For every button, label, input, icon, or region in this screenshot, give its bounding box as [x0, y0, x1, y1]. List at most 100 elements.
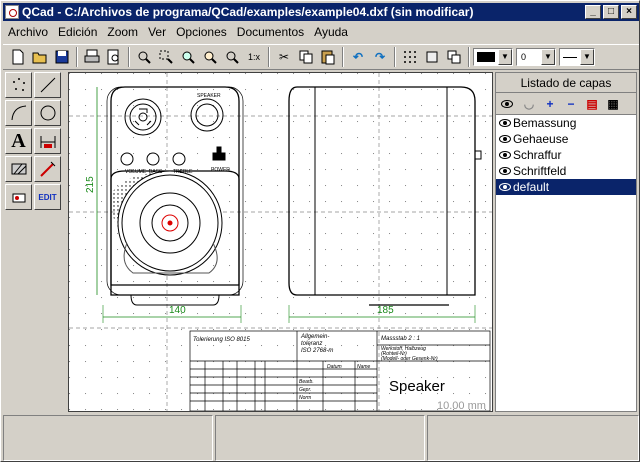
color-swatch	[477, 52, 495, 62]
eye-icon[interactable]	[499, 151, 511, 159]
status-pane	[3, 415, 213, 461]
circle-tool[interactable]	[34, 100, 61, 126]
redo-icon[interactable]: ↷	[369, 46, 391, 68]
zoom-window-icon[interactable]	[155, 46, 177, 68]
layer-item[interactable]: Bemassung	[496, 115, 636, 131]
tb-size-readout: 10.00 mm	[437, 400, 486, 412]
treble-label: TREBLE	[173, 169, 193, 175]
bass-label: BASS	[149, 169, 163, 175]
menu-bar: Archivo Edición Zoom Ver Opciones Docume…	[3, 22, 639, 42]
dim-front-width: 140	[169, 305, 186, 316]
toolbar-separator	[128, 47, 130, 67]
menu-archivo[interactable]: Archivo	[3, 25, 53, 39]
eye-icon[interactable]	[499, 183, 511, 191]
block-tool[interactable]	[5, 184, 32, 210]
menu-ayuda[interactable]: Ayuda	[309, 25, 353, 39]
power-label: POWER	[211, 167, 230, 173]
linetype-sample	[563, 56, 577, 58]
layer-toolbar: ◡ + − ▤ ▦	[496, 93, 636, 115]
color-combo[interactable]: ▼	[473, 48, 513, 66]
zoom-1x-icon[interactable]: 1:x	[243, 46, 265, 68]
zoom-auto-icon[interactable]	[133, 46, 155, 68]
add-layer-icon[interactable]: +	[540, 95, 560, 113]
chevron-down-icon: ▼	[498, 49, 512, 65]
close-button[interactable]: ×	[621, 5, 637, 19]
dimension-tool[interactable]	[34, 128, 61, 154]
zoom-out-icon[interactable]	[199, 46, 221, 68]
qcad-app-icon	[5, 5, 19, 19]
minimize-button[interactable]: _	[585, 5, 601, 19]
tb-title: Speaker	[389, 378, 445, 395]
layer-name: Schriftfeld	[513, 164, 567, 178]
toolbar-separator	[468, 47, 470, 67]
width-combo[interactable]: 0 ▼	[516, 48, 556, 66]
tb-masstab: Massstab 2 : 1	[381, 336, 420, 342]
layer-list-title: Listado de capas	[496, 73, 636, 93]
edit-layer-icon[interactable]: ▤	[582, 95, 602, 113]
maximize-button[interactable]: □	[603, 5, 619, 19]
new-file-icon[interactable]	[7, 46, 29, 68]
tb-tolerancia: Tolerierung ISO 8015	[193, 337, 250, 343]
layer-name: Gehaeuse	[513, 132, 569, 146]
toolbar-separator	[394, 47, 396, 67]
tb-norm: Norm	[299, 395, 311, 401]
print-preview-icon[interactable]	[103, 46, 125, 68]
layer-item[interactable]: Schraffur	[496, 147, 636, 163]
tb-modell: (Modell- oder Gesenk-Nr)	[381, 356, 438, 362]
tb-iso: ISO 2768-m	[301, 348, 333, 354]
hide-all-layers-icon[interactable]: ◡	[519, 95, 539, 113]
linetype-combo[interactable]: ▼	[559, 48, 595, 66]
toolbar-separator	[268, 47, 270, 67]
paste-icon[interactable]	[317, 46, 339, 68]
tb-toleranz: toleranz	[301, 341, 322, 347]
status-pane	[215, 415, 425, 461]
menu-zoom[interactable]: Zoom	[102, 25, 143, 39]
text-tool[interactable]: A	[5, 128, 32, 154]
layer-item-selected[interactable]: default	[496, 179, 636, 195]
print-icon[interactable]	[81, 46, 103, 68]
layer-name: Schraffur	[513, 148, 562, 162]
tb-datum: Datum	[327, 364, 342, 370]
drawing-svg: VOLUME BASS TREBLE POWER SPEAKER 140 185…	[69, 73, 492, 412]
show-all-layers-icon[interactable]	[498, 95, 518, 113]
drawing-canvas[interactable]: VOLUME BASS TREBLE POWER SPEAKER 140 185…	[68, 72, 493, 412]
arc-tool[interactable]	[5, 100, 32, 126]
menu-opciones[interactable]: Opciones	[171, 25, 232, 39]
layer-list-panel: Listado de capas ◡ + − ▤ ▦ Bemassung Geh…	[495, 72, 637, 412]
undo-icon[interactable]: ↶	[347, 46, 369, 68]
toolbar-separator	[342, 47, 344, 67]
qcad-window: QCad - C:/Archivos de programa/QCad/exam…	[0, 0, 640, 462]
zoom-pan-icon[interactable]	[221, 46, 243, 68]
layers-icon[interactable]	[443, 46, 465, 68]
snap-icon[interactable]	[421, 46, 443, 68]
layer-item[interactable]: Gehaeuse	[496, 131, 636, 147]
layer-properties-icon[interactable]: ▦	[603, 95, 623, 113]
menu-edicion[interactable]: Edición	[53, 25, 102, 39]
eye-icon[interactable]	[499, 135, 511, 143]
width-value: 0	[521, 52, 527, 62]
layer-item[interactable]: Schriftfeld	[496, 163, 636, 179]
chevron-down-icon: ▼	[580, 49, 594, 65]
eye-icon[interactable]	[499, 167, 511, 175]
hatch-tool[interactable]	[5, 156, 32, 182]
cut-icon[interactable]: ✂	[273, 46, 295, 68]
line-tool[interactable]	[34, 72, 61, 98]
edit-tool[interactable]: EDIT	[34, 184, 61, 210]
menu-ver[interactable]: Ver	[143, 25, 171, 39]
open-folder-icon[interactable]	[29, 46, 51, 68]
remove-layer-icon[interactable]: −	[561, 95, 581, 113]
dim-height: 215	[85, 176, 96, 193]
tb-gepr: Gepr.	[299, 387, 311, 393]
status-pane	[427, 415, 639, 461]
copy-icon[interactable]	[295, 46, 317, 68]
save-icon[interactable]	[51, 46, 73, 68]
points-tool[interactable]	[5, 72, 32, 98]
eye-icon[interactable]	[499, 119, 511, 127]
menu-documentos[interactable]: Documentos	[232, 25, 309, 39]
toolbar-separator	[76, 47, 78, 67]
chevron-down-icon: ▼	[541, 49, 555, 65]
modify-tool[interactable]	[34, 156, 61, 182]
grid-icon[interactable]	[399, 46, 421, 68]
zoom-in-icon[interactable]	[177, 46, 199, 68]
layer-name: Bemassung	[513, 116, 577, 130]
